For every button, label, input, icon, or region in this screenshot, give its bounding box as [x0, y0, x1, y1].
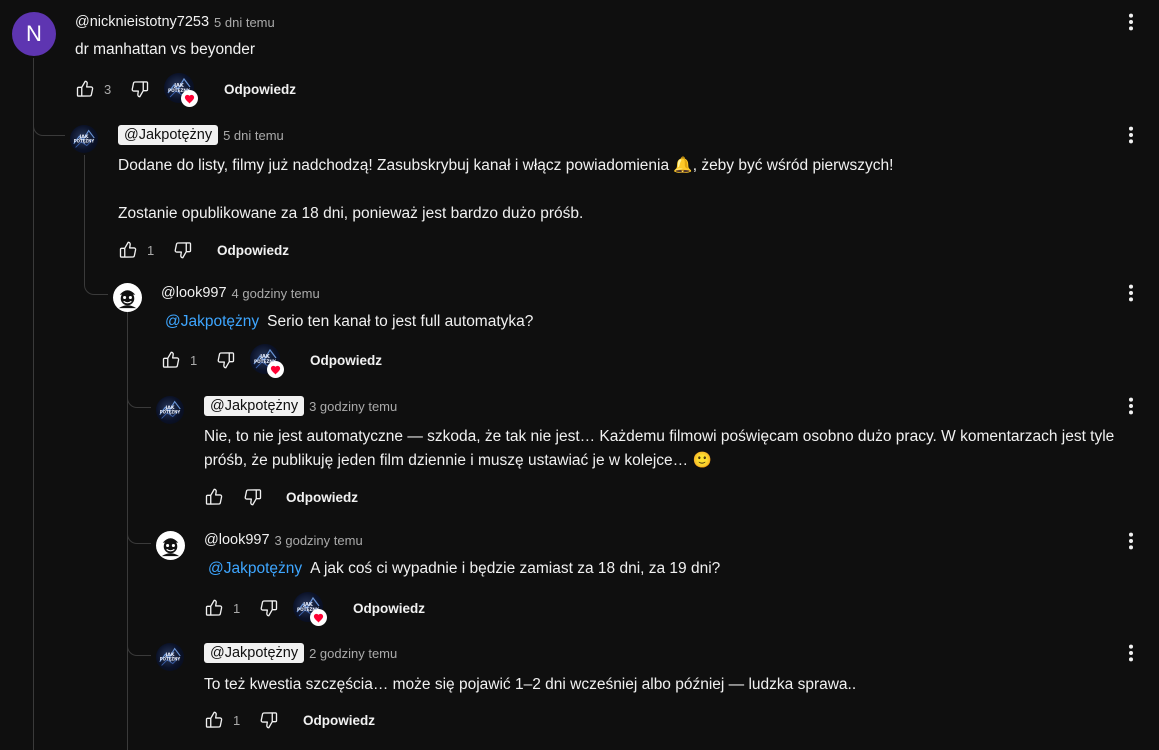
more-vert-icon[interactable]	[1119, 10, 1143, 34]
thread-line	[33, 58, 34, 750]
comment-actions: Odpowiedz	[204, 481, 358, 513]
more-vert-icon[interactable]	[1119, 123, 1143, 147]
thumbs-up-icon[interactable]	[204, 598, 224, 618]
comment-text: To też kwestia szczęścia… może się pojaw…	[204, 676, 857, 693]
comment-header: @nicknieistotny7253 5 dni temu	[75, 14, 275, 30]
avatar[interactable]	[156, 531, 185, 560]
more-vert-icon[interactable]	[1119, 529, 1143, 553]
comment-text: Dodane do listy, filmy już nadchodzą! Za…	[118, 157, 894, 174]
comment-text: dr manhattan vs beyonder	[75, 41, 256, 58]
thumbs-down-icon[interactable]	[259, 598, 279, 618]
mention-link[interactable]: @Jakpotężny	[165, 313, 259, 330]
more-vert-icon[interactable]	[1119, 281, 1143, 305]
comment-actions: 1 Odpowiedz	[204, 592, 425, 624]
thread-connector	[127, 640, 151, 656]
comment-author[interactable]: @Jakpotężny	[204, 643, 305, 663]
comment-time[interactable]: 5 dni temu	[223, 128, 284, 143]
thumbs-down-icon[interactable]	[216, 350, 236, 370]
comment-actions: 1 Odpowiedz	[161, 344, 382, 376]
comment-header: @look997 4 godziny temu	[161, 285, 320, 301]
comment-header: @Jakpotężny 5 dni temu	[118, 125, 284, 145]
comment-author[interactable]: @look997	[204, 532, 270, 548]
creator-heart-icon	[310, 609, 327, 626]
comment-time[interactable]: 2 godziny temu	[309, 646, 397, 661]
comment-text: Zostanie opublikowane za 18 dni, poniewa…	[118, 205, 584, 222]
thread-connector	[84, 278, 108, 295]
creator-heart-badge	[250, 344, 284, 376]
thumbs-up-icon[interactable]	[118, 240, 138, 260]
like-count: 1	[147, 242, 155, 258]
comment-actions: 1 Odpowiedz	[118, 234, 289, 266]
avatar[interactable]	[156, 396, 184, 424]
comment-time[interactable]: 3 godziny temu	[275, 533, 363, 548]
comment-actions: 3 Odpowiedz	[75, 73, 296, 105]
comment-time[interactable]: 5 dni temu	[214, 15, 275, 30]
comment-time[interactable]: 4 godziny temu	[232, 286, 320, 301]
comment-time[interactable]: 3 godziny temu	[309, 399, 397, 414]
reply-button[interactable]: Odpowiedz	[310, 353, 382, 368]
comment-header: @Jakpotężny 2 godziny temu	[204, 643, 397, 663]
like-count: 3	[104, 81, 112, 97]
like-count: 1	[190, 352, 198, 368]
thumbs-down-icon[interactable]	[243, 487, 263, 507]
thumbs-up-icon[interactable]	[204, 710, 224, 730]
like-count: 1	[233, 600, 241, 616]
like-count: 1	[233, 712, 241, 728]
reply-button[interactable]: Odpowiedz	[303, 713, 375, 728]
avatar[interactable]	[70, 125, 98, 153]
comment-body: Serio ten kanał to jest full automatyka?	[267, 313, 534, 330]
comment-header: @Jakpotężny 3 godziny temu	[204, 396, 397, 416]
creator-heart-badge	[164, 73, 198, 105]
comment-author[interactable]: @look997	[161, 285, 227, 301]
thumbs-down-icon[interactable]	[173, 240, 193, 260]
more-vert-icon[interactable]	[1119, 641, 1143, 665]
thread-line	[84, 155, 85, 285]
avatar-letter: N	[26, 21, 42, 46]
thumbs-up-icon[interactable]	[75, 79, 95, 99]
comment-text: @Jakpotężny A jak coś ci wypadnie i będzi…	[208, 557, 720, 581]
more-vert-icon[interactable]	[1119, 394, 1143, 418]
comment-author[interactable]: @Jakpotężny	[118, 125, 219, 145]
avatar[interactable]	[156, 643, 184, 671]
comment-text: @Jakpotężny Serio ten kanał to jest full …	[165, 310, 533, 334]
thread-connector	[127, 528, 151, 544]
reply-button[interactable]: Odpowiedz	[353, 601, 425, 616]
thread-connector	[33, 118, 65, 136]
comment-actions: 1 Odpowiedz	[204, 704, 375, 736]
thumbs-up-icon[interactable]	[161, 350, 181, 370]
reply-button[interactable]: Odpowiedz	[224, 82, 296, 97]
thumbs-up-icon[interactable]	[204, 487, 224, 507]
avatar[interactable]: N	[12, 12, 56, 56]
avatar[interactable]	[113, 283, 142, 312]
comment-text: Nie, to nie jest automatyczne — szkoda, …	[204, 428, 1115, 469]
comment-header: @look997 3 godziny temu	[204, 532, 363, 548]
thumbs-down-icon[interactable]	[130, 79, 150, 99]
comment-author[interactable]: @nicknieistotny7253	[75, 14, 209, 30]
comment-body: A jak coś ci wypadnie i będzie zamiast z…	[310, 560, 721, 577]
comment-author[interactable]: @Jakpotężny	[204, 396, 305, 416]
mention-link[interactable]: @Jakpotężny	[208, 560, 302, 577]
reply-button[interactable]: Odpowiedz	[217, 243, 289, 258]
creator-heart-icon	[267, 361, 284, 378]
reply-button[interactable]: Odpowiedz	[286, 490, 358, 505]
creator-heart-icon	[181, 90, 198, 107]
creator-heart-badge	[293, 592, 327, 624]
thread-connector	[127, 392, 151, 408]
thumbs-down-icon[interactable]	[259, 710, 279, 730]
